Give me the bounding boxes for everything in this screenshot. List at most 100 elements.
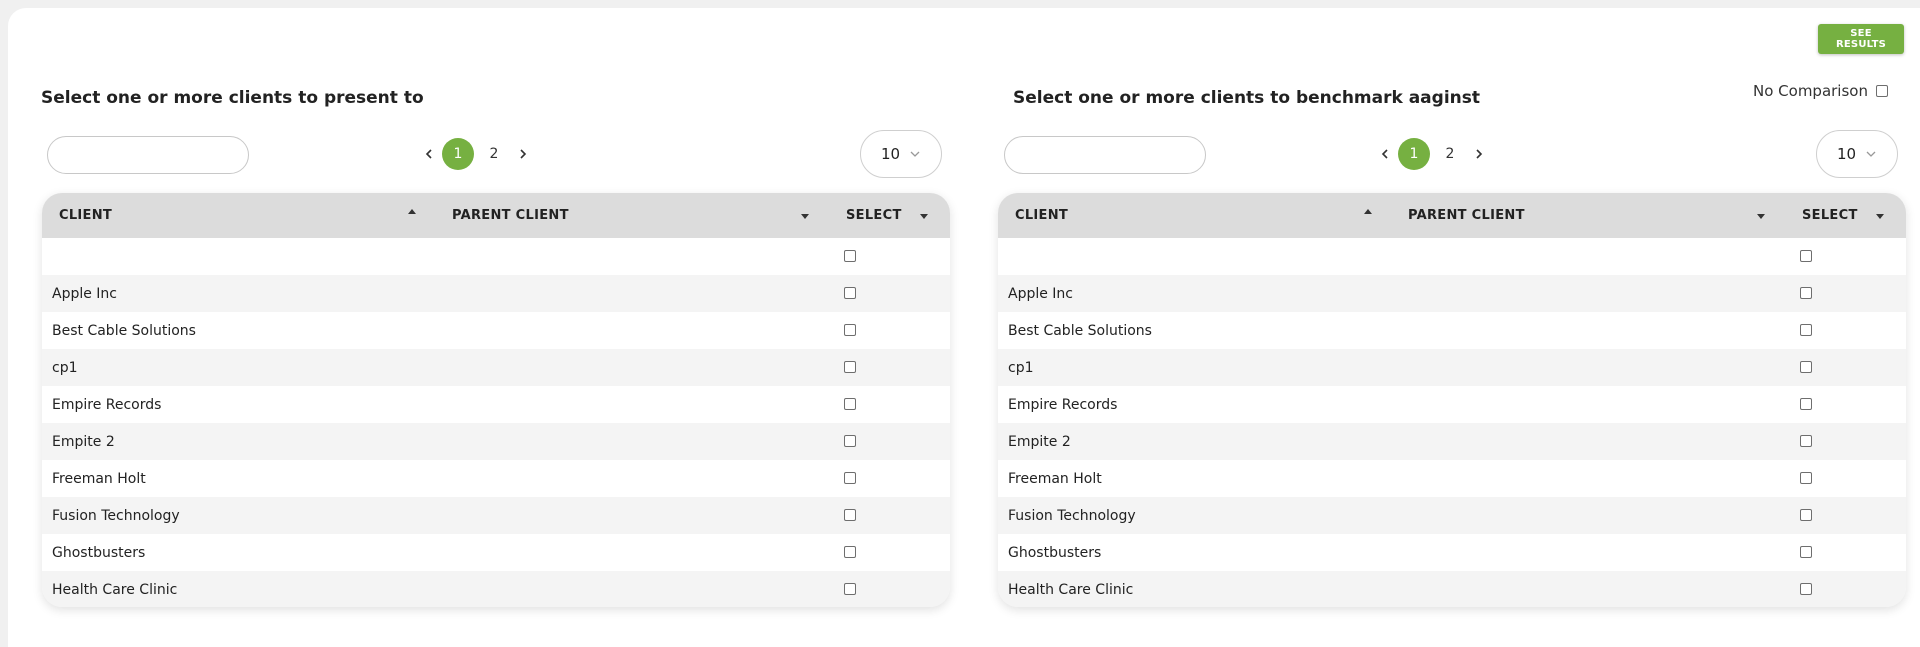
sort-up-icon[interactable] xyxy=(407,207,417,215)
table-row: Apple Inc xyxy=(998,275,1906,312)
benchmark-clients-table: CLIENT PARENT CLIENT SELECT Apple Inc Be… xyxy=(998,193,1906,607)
table-body: Apple Inc Best Cable Solutions cp1 Empir… xyxy=(42,238,950,607)
select-checkbox[interactable] xyxy=(844,546,856,558)
client-name: Best Cable Solutions xyxy=(52,322,196,339)
present-search-input[interactable] xyxy=(47,136,249,174)
select-checkbox[interactable] xyxy=(844,361,856,373)
page-1-button[interactable]: 1 xyxy=(1398,138,1430,170)
table-row: Best Cable Solutions xyxy=(42,312,950,349)
select-checkbox[interactable] xyxy=(844,398,856,410)
table-row: Empite 2 xyxy=(998,423,1906,460)
client-name: Health Care Clinic xyxy=(1008,581,1134,598)
page-size-value: 10 xyxy=(1837,145,1857,163)
sort-down-icon[interactable] xyxy=(1756,213,1766,221)
sort-down-icon[interactable] xyxy=(919,213,929,221)
parent-client-column-header[interactable]: PARENT CLIENT xyxy=(452,193,569,238)
client-name: Freeman Holt xyxy=(52,470,146,487)
table-row: Fusion Technology xyxy=(42,497,950,534)
select-checkbox[interactable] xyxy=(1800,546,1812,558)
client-name: Freeman Holt xyxy=(1008,470,1102,487)
table-row: Empite 2 xyxy=(42,423,950,460)
sort-down-icon[interactable] xyxy=(1875,213,1885,221)
table-row: Health Care Clinic xyxy=(42,571,950,607)
client-column-header[interactable]: CLIENT xyxy=(1015,193,1068,238)
client-name: Ghostbusters xyxy=(52,544,146,561)
sort-down-icon[interactable] xyxy=(800,213,810,221)
client-name: Apple Inc xyxy=(52,285,118,302)
see-results-button[interactable]: SEE RESULTS xyxy=(1818,24,1904,54)
table-row xyxy=(42,238,950,275)
select-column-header[interactable]: SELECT xyxy=(846,193,902,238)
client-name: Empire Records xyxy=(1008,396,1118,413)
benchmark-pagination: 1 2 xyxy=(1374,138,1490,170)
client-name: Health Care Clinic xyxy=(52,581,178,598)
client-name: Ghostbusters xyxy=(1008,544,1102,561)
select-checkbox[interactable] xyxy=(844,250,856,262)
chevron-right-icon xyxy=(1476,149,1483,159)
table-row: cp1 xyxy=(998,349,1906,386)
page-2-button[interactable]: 2 xyxy=(478,138,510,170)
no-comparison-label: No Comparison xyxy=(1753,82,1868,100)
select-checkbox[interactable] xyxy=(1800,472,1812,484)
select-checkbox[interactable] xyxy=(1800,583,1812,595)
table-row: Freeman Holt xyxy=(42,460,950,497)
table-row: cp1 xyxy=(42,349,950,386)
select-checkbox[interactable] xyxy=(1800,361,1812,373)
select-checkbox[interactable] xyxy=(844,583,856,595)
client-name: cp1 xyxy=(52,359,78,376)
client-column-header[interactable]: CLIENT xyxy=(59,193,112,238)
client-name: Empite 2 xyxy=(52,433,115,450)
chevron-down-icon xyxy=(910,151,920,157)
client-name: cp1 xyxy=(1008,359,1034,376)
table-row: Empire Records xyxy=(998,386,1906,423)
chevron-left-icon xyxy=(1381,149,1388,159)
select-checkbox[interactable] xyxy=(844,435,856,447)
table-row: Apple Inc xyxy=(42,275,950,312)
parent-client-column-header[interactable]: PARENT CLIENT xyxy=(1408,193,1525,238)
table-body: Apple Inc Best Cable Solutions cp1 Empir… xyxy=(998,238,1906,607)
select-checkbox[interactable] xyxy=(1800,398,1812,410)
next-page-button[interactable] xyxy=(512,143,534,165)
select-checkbox[interactable] xyxy=(844,472,856,484)
select-checkbox[interactable] xyxy=(1800,250,1812,262)
client-name: Fusion Technology xyxy=(1008,507,1136,524)
table-row: Ghostbusters xyxy=(42,534,950,571)
client-name: Empite 2 xyxy=(1008,433,1071,450)
benchmark-title: Select one or more clients to benchmark … xyxy=(1013,88,1481,108)
client-name: Fusion Technology xyxy=(52,507,180,524)
table-row: Empire Records xyxy=(42,386,950,423)
next-page-button[interactable] xyxy=(1468,143,1490,165)
select-checkbox[interactable] xyxy=(1800,287,1812,299)
select-checkbox[interactable] xyxy=(1800,435,1812,447)
chevron-left-icon xyxy=(425,149,432,159)
no-comparison-checkbox[interactable] xyxy=(1875,85,1888,97)
present-page-size-select[interactable]: 10 xyxy=(860,130,942,178)
benchmark-page-size-select[interactable]: 10 xyxy=(1816,130,1898,178)
present-clients-table: CLIENT PARENT CLIENT SELECT Apple Inc Be… xyxy=(42,193,950,607)
benchmark-search-input[interactable] xyxy=(1004,136,1206,174)
table-row: Fusion Technology xyxy=(998,497,1906,534)
no-comparison-toggle[interactable]: No Comparison xyxy=(1753,82,1888,100)
select-checkbox[interactable] xyxy=(844,324,856,336)
prev-page-button[interactable] xyxy=(1374,143,1396,165)
table-header: CLIENT PARENT CLIENT SELECT xyxy=(42,193,950,238)
select-column-header[interactable]: SELECT xyxy=(1802,193,1858,238)
chevron-right-icon xyxy=(520,149,527,159)
prev-page-button[interactable] xyxy=(418,143,440,165)
table-row: Health Care Clinic xyxy=(998,571,1906,607)
table-row: Ghostbusters xyxy=(998,534,1906,571)
select-checkbox[interactable] xyxy=(844,287,856,299)
page-2-button[interactable]: 2 xyxy=(1434,138,1466,170)
page-size-value: 10 xyxy=(881,145,901,163)
table-row: Best Cable Solutions xyxy=(998,312,1906,349)
sort-up-icon[interactable] xyxy=(1363,207,1373,215)
client-name: Empire Records xyxy=(52,396,162,413)
page-1-button[interactable]: 1 xyxy=(442,138,474,170)
select-checkbox[interactable] xyxy=(1800,324,1812,336)
select-checkbox[interactable] xyxy=(1800,509,1812,521)
present-pagination: 1 2 xyxy=(418,138,534,170)
client-name: Apple Inc xyxy=(1008,285,1074,302)
table-header: CLIENT PARENT CLIENT SELECT xyxy=(998,193,1906,238)
select-checkbox[interactable] xyxy=(844,509,856,521)
chevron-down-icon xyxy=(1866,151,1876,157)
